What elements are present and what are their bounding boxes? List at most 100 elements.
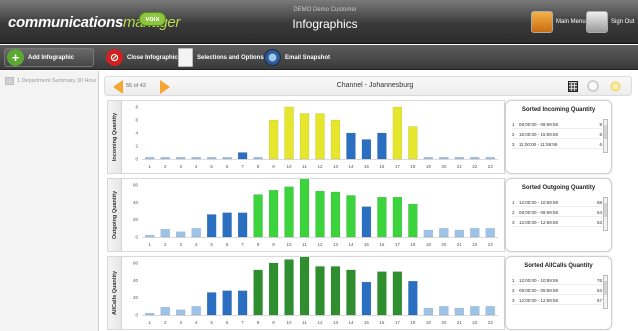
chart-bar[interactable]	[361, 139, 372, 160]
chart-bar[interactable]	[361, 206, 372, 238]
highlight-icon[interactable]	[610, 81, 621, 92]
chart-bar[interactable]	[315, 113, 325, 160]
chart-bar[interactable]	[377, 132, 387, 160]
chart-bar[interactable]	[299, 113, 310, 160]
chart-bar[interactable]	[408, 281, 418, 316]
chart-bar[interactable]	[206, 214, 217, 238]
x-tick-label: 15	[364, 320, 370, 325]
chart-bar[interactable]	[191, 228, 201, 238]
x-tick-label: 5	[210, 164, 213, 169]
chart-bar[interactable]	[408, 126, 418, 160]
y-tick-label: 0	[135, 313, 138, 318]
chart-bar[interactable]	[299, 179, 310, 238]
email-snapshot-button[interactable]: Email Snapshot	[264, 48, 330, 67]
chart-bar[interactable]	[176, 157, 186, 160]
allcalls-bar-chart: 02040601 2 3 4 5 6 7 8 9 10 11 12 13 14 15 16 17 18 19 20 21…	[133, 257, 498, 325]
chart-bar[interactable]	[330, 266, 341, 316]
chart-bar[interactable]	[315, 266, 325, 316]
chart-bar[interactable]	[284, 106, 294, 160]
x-tick-label: 13	[333, 164, 339, 169]
y-tick-label: 6	[135, 118, 138, 123]
x-tick-label: 14	[348, 164, 354, 169]
plus-icon: +	[7, 49, 24, 66]
chart-bar[interactable]	[408, 203, 418, 238]
chart-bar[interactable]	[160, 307, 170, 316]
x-tick-label: 11	[302, 242, 307, 247]
chart-bar[interactable]	[253, 269, 263, 316]
chart-bar[interactable]	[145, 313, 155, 316]
chart-bar[interactable]	[470, 228, 480, 238]
chart-bar[interactable]	[439, 157, 449, 160]
chart-bar[interactable]	[206, 157, 217, 160]
chart-bar[interactable]	[485, 306, 495, 316]
main-menu-button[interactable]: Main Menu	[531, 10, 586, 34]
chart-bar[interactable]	[222, 212, 232, 238]
chart-bar[interactable]	[454, 157, 464, 160]
chart-bar[interactable]	[470, 157, 480, 160]
chart-bar[interactable]	[268, 119, 279, 160]
chart-bar[interactable]	[485, 228, 495, 238]
list-scrollbar[interactable]	[603, 119, 608, 153]
list-scrollbar[interactable]	[603, 275, 608, 309]
previous-arrow-icon[interactable]	[113, 80, 123, 94]
chart-bar[interactable]	[330, 191, 341, 238]
chart-bar[interactable]	[377, 196, 387, 238]
x-tick-label: 23	[488, 242, 494, 247]
chart-bar[interactable]	[423, 157, 434, 160]
chart-bar[interactable]	[454, 307, 464, 316]
chart-bar[interactable]	[284, 259, 294, 316]
chart-bar[interactable]	[392, 196, 403, 238]
chart-bar[interactable]	[299, 257, 310, 316]
chart-bar[interactable]	[346, 132, 356, 160]
sidebar-item-department-summary[interactable]: 1 Department Summary 30 Hour	[5, 77, 96, 85]
chart-bar[interactable]	[237, 290, 248, 316]
chart-bar[interactable]	[191, 157, 201, 160]
chart-bar[interactable]	[439, 306, 449, 316]
chart-bar[interactable]	[145, 235, 155, 238]
selections-options-button[interactable]: Selections and Options	[178, 48, 264, 67]
chart-bar[interactable]	[423, 229, 434, 238]
chart-bar[interactable]	[176, 231, 186, 238]
chart-bar[interactable]	[222, 157, 232, 160]
chart-bar[interactable]	[392, 106, 403, 160]
chart-bar[interactable]	[485, 157, 495, 160]
chart-bar[interactable]	[454, 229, 464, 238]
page-indicator: 55 of 42	[126, 83, 146, 89]
chart-bar[interactable]	[439, 228, 449, 238]
y-tick-label: 0	[135, 235, 138, 240]
chart-bar[interactable]	[392, 271, 403, 316]
chart-bar[interactable]	[145, 157, 155, 160]
chart-bar[interactable]	[470, 306, 480, 316]
refresh-icon[interactable]	[587, 80, 599, 92]
chart-bar[interactable]	[160, 229, 170, 238]
chart-bar[interactable]	[160, 157, 170, 160]
chart-bar[interactable]	[222, 290, 232, 316]
next-arrow-icon[interactable]	[160, 80, 170, 94]
close-infographic-button[interactable]: ⊘ Close Infographic	[106, 48, 178, 67]
chart-bar[interactable]	[346, 195, 356, 238]
chart-bar[interactable]	[176, 309, 186, 316]
chart-icon	[5, 77, 14, 85]
chart-bar[interactable]	[253, 194, 263, 238]
logo-badge: voix	[139, 12, 166, 26]
sign-out-button[interactable]: Sign Out	[586, 10, 634, 34]
chart-bar[interactable]	[206, 292, 217, 316]
add-infographic-button[interactable]: + Add Infographic	[4, 48, 94, 67]
calculator-icon[interactable]	[568, 81, 578, 92]
chart-bar[interactable]	[253, 157, 263, 160]
chart-bar[interactable]	[346, 269, 356, 316]
chart-bar[interactable]	[423, 307, 434, 316]
outgoing-y-label: Outgoing Quantity	[112, 190, 118, 240]
chart-bar[interactable]	[268, 262, 279, 316]
chart-bar[interactable]	[377, 271, 387, 316]
chart-bar[interactable]	[315, 190, 325, 238]
chart-bar[interactable]	[191, 306, 201, 316]
chart-bar[interactable]	[268, 189, 279, 238]
chart-bar[interactable]	[330, 119, 341, 160]
chart-bar[interactable]	[361, 281, 372, 316]
chart-bar[interactable]	[284, 186, 294, 238]
chart-bar[interactable]	[237, 212, 248, 238]
x-tick-label: 8	[257, 164, 260, 169]
chart-bar[interactable]	[237, 152, 248, 160]
list-scrollbar[interactable]	[603, 197, 608, 231]
